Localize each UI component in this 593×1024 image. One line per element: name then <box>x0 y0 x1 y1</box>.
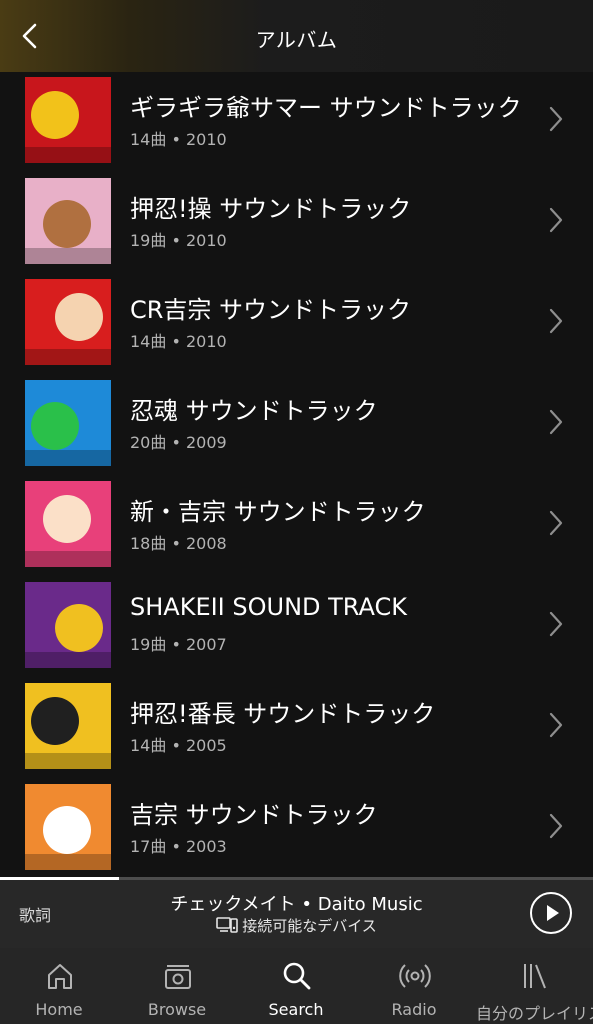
tab-home[interactable]: Home <box>0 948 118 1024</box>
tab-browse[interactable]: Browse <box>118 948 236 1024</box>
album-row[interactable]: 吉宗 サウンドトラック 17曲 • 2003 <box>0 779 593 878</box>
album-title: 忍魂 サウンドトラック <box>130 397 378 425</box>
tab-label: Search <box>268 1000 324 1019</box>
tab-search[interactable]: Search <box>237 948 355 1024</box>
album-meta: 18曲 • 2008 <box>130 534 227 553</box>
album-meta: 19曲 • 2007 <box>130 635 227 654</box>
album-cover <box>25 481 111 567</box>
chevron-right-icon <box>549 510 563 536</box>
bottom-tab-bar: Home Browse Search Radio 自分のプレイリ <box>0 948 593 1024</box>
album-cover <box>25 178 111 264</box>
album-title: 吉宗 サウンドトラック <box>130 801 378 829</box>
album-row[interactable]: SHAKEII SOUND TRACK 19曲 • 2007 <box>0 577 593 678</box>
album-list: ギラギラ爺サマー サウンドトラック 14曲 • 2010 押忍!操 サウンドトラ… <box>0 72 593 878</box>
tab-label: 自分のプレイリスト <box>476 1004 593 1023</box>
play-icon <box>547 905 559 921</box>
device-line[interactable]: 接続可能なデバイス <box>0 915 593 936</box>
radio-icon <box>399 964 431 988</box>
album-artwork-image <box>25 683 111 769</box>
play-button[interactable] <box>530 892 572 934</box>
tab-label: Radio <box>391 1000 437 1019</box>
album-title: CR吉宗 サウンドトラック <box>130 296 412 324</box>
chevron-right-icon <box>549 106 563 132</box>
album-cover <box>25 582 111 668</box>
album-artwork-image <box>25 77 111 163</box>
album-artwork-image <box>25 582 111 668</box>
album-artwork-image <box>25 279 111 365</box>
tab-label: Browse <box>147 1000 207 1019</box>
chevron-right-icon <box>549 308 563 334</box>
album-row[interactable]: 忍魂 サウンドトラック 20曲 • 2009 <box>0 375 593 476</box>
home-icon <box>48 964 72 989</box>
page-title: アルバム <box>255 28 338 52</box>
album-artwork-image <box>25 380 111 466</box>
album-cover <box>25 784 111 870</box>
album-cover <box>25 279 111 365</box>
album-title: SHAKEII SOUND TRACK <box>130 593 407 621</box>
album-row[interactable]: CR吉宗 サウンドトラック 14曲 • 2010 <box>0 274 593 375</box>
library-icon <box>524 964 546 989</box>
chevron-right-icon <box>549 611 563 637</box>
album-meta: 14曲 • 2005 <box>130 736 227 755</box>
chevron-right-icon <box>549 207 563 233</box>
album-meta: 14曲 • 2010 <box>130 130 227 149</box>
header-bar: アルバム <box>0 0 593 72</box>
album-meta: 17曲 • 2003 <box>130 837 227 856</box>
album-meta: 19曲 • 2010 <box>130 231 227 250</box>
album-artwork-image <box>25 784 111 870</box>
album-row[interactable]: ギラギラ爺サマー サウンドトラック 14曲 • 2010 <box>0 72 593 173</box>
mini-player[interactable]: 歌詞 チェックメイト • Daito Music 接続可能なデバイス <box>0 880 593 948</box>
album-row[interactable]: 新・吉宗 サウンドトラック 18曲 • 2008 <box>0 476 593 577</box>
album-title: 押忍!番長 サウンドトラック <box>130 700 436 728</box>
album-artwork-image <box>25 178 111 264</box>
album-title: 押忍!操 サウンドトラック <box>130 195 412 223</box>
browse-icon <box>165 965 191 989</box>
album-meta: 20曲 • 2009 <box>130 433 227 452</box>
tab-label: Home <box>35 1000 83 1019</box>
tab-library[interactable]: 自分のプレイリスト <box>474 948 593 1024</box>
chevron-right-icon <box>549 712 563 738</box>
album-cover <box>25 380 111 466</box>
device-label: 接続可能なデバイス <box>242 917 377 935</box>
album-row[interactable]: 押忍!番長 サウンドトラック 14曲 • 2005 <box>0 678 593 779</box>
tab-radio[interactable]: Radio <box>355 948 473 1024</box>
chevron-right-icon <box>549 409 563 435</box>
devices-icon <box>216 917 239 933</box>
search-icon <box>283 962 311 990</box>
album-cover <box>25 77 111 163</box>
album-title: 新・吉宗 サウンドトラック <box>130 498 426 526</box>
album-artwork-image <box>25 481 111 567</box>
album-title: ギラギラ爺サマー サウンドトラック <box>130 94 522 122</box>
now-playing-text: チェックメイト • Daito Music <box>170 894 423 915</box>
album-meta: 14曲 • 2010 <box>130 332 227 351</box>
chevron-right-icon <box>549 813 563 839</box>
album-row[interactable]: 押忍!操 サウンドトラック 19曲 • 2010 <box>0 173 593 274</box>
album-cover <box>25 683 111 769</box>
